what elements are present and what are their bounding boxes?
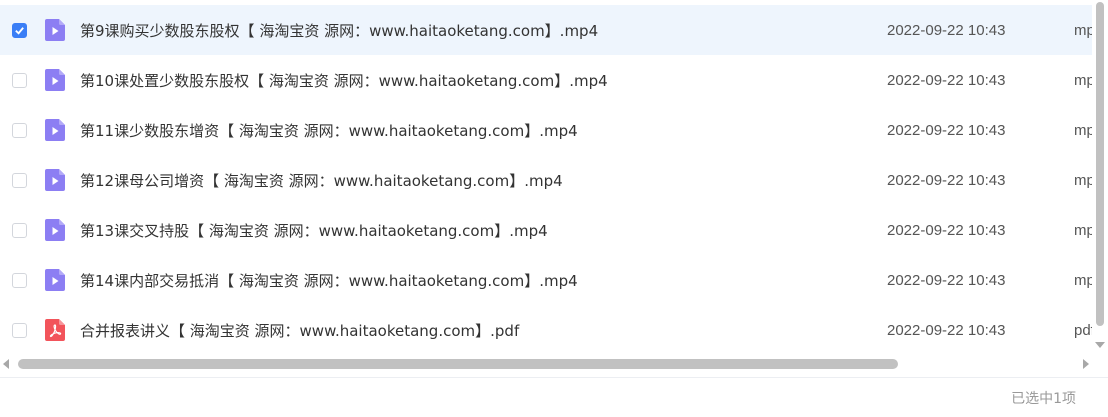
checkbox[interactable] — [12, 72, 27, 88]
video-file-icon — [45, 19, 65, 41]
file-name[interactable]: 第9课购买少数股东股权【 海淘宝资 源网：www.haitaoketang.co… — [80, 20, 598, 41]
horizontal-scroll-thumb[interactable] — [18, 359, 898, 369]
file-row[interactable]: 第12课母公司增资【 海淘宝资 源网：www.haitaoketang.com】… — [0, 155, 1092, 205]
file-name[interactable]: 合并报表讲义【 海淘宝资 源网：www.haitaoketang.com】.pd… — [80, 320, 519, 341]
file-row[interactable]: 合并报表讲义【 海淘宝资 源网：www.haitaoketang.com】.pd… — [0, 305, 1092, 352]
file-name[interactable]: 第14课内部交易抵消【 海淘宝资 源网：www.haitaoketang.com… — [80, 270, 578, 291]
vertical-scrollbar[interactable] — [1092, 0, 1108, 352]
file-type: mp4 — [1074, 21, 1092, 39]
video-file-icon — [45, 169, 65, 191]
checkbox[interactable] — [12, 122, 27, 138]
file-type: mp4 — [1074, 71, 1092, 89]
file-row[interactable]: 第9课购买少数股东股权【 海淘宝资 源网：www.haitaoketang.co… — [0, 5, 1092, 55]
file-name[interactable]: 第13课交叉持股【 海淘宝资 源网：www.haitaoketang.com】.… — [80, 220, 548, 241]
file-date: 2022-09-22 10:43 — [887, 171, 1006, 189]
scroll-left-arrow-icon[interactable] — [3, 359, 9, 369]
video-file-icon — [45, 269, 65, 291]
file-date: 2022-09-22 10:43 — [887, 221, 1006, 239]
check-icon — [15, 26, 24, 35]
file-date: 2022-09-22 10:43 — [887, 71, 1006, 89]
video-file-icon — [45, 219, 65, 241]
file-row[interactable]: 第10课处置少数股东股权【 海淘宝资 源网：www.haitaoketang.c… — [0, 55, 1092, 105]
file-type: mp4 — [1074, 121, 1092, 139]
checkbox[interactable] — [12, 322, 27, 338]
vertical-scroll-thumb[interactable] — [1096, 2, 1104, 326]
file-type: mp4 — [1074, 221, 1092, 239]
checkbox[interactable] — [12, 222, 27, 238]
file-date: 2022-09-22 10:43 — [887, 321, 1006, 339]
scroll-right-arrow-icon[interactable] — [1083, 359, 1089, 369]
file-row[interactable]: 第11课少数股东增资【 海淘宝资 源网：www.haitaoketang.com… — [0, 105, 1092, 155]
file-name[interactable]: 第11课少数股东增资【 海淘宝资 源网：www.haitaoketang.com… — [80, 120, 578, 141]
checkbox[interactable] — [12, 22, 27, 38]
video-file-icon — [45, 119, 65, 141]
footer-divider — [0, 377, 1108, 378]
file-name[interactable]: 第10课处置少数股东股权【 海淘宝资 源网：www.haitaoketang.c… — [80, 70, 608, 91]
file-list: 第9课购买少数股东股权【 海淘宝资 源网：www.haitaoketang.co… — [0, 0, 1092, 352]
video-file-icon — [45, 69, 65, 91]
file-row[interactable]: 第14课内部交易抵消【 海淘宝资 源网：www.haitaoketang.com… — [0, 255, 1092, 305]
horizontal-scrollbar[interactable] — [0, 356, 1092, 372]
scroll-down-arrow-icon[interactable] — [1095, 342, 1105, 348]
pdf-file-icon — [45, 319, 65, 341]
file-date: 2022-09-22 10:43 — [887, 271, 1006, 289]
file-type: pdf — [1074, 321, 1092, 339]
file-date: 2022-09-22 10:43 — [887, 21, 1006, 39]
file-row[interactable]: 第13课交叉持股【 海淘宝资 源网：www.haitaoketang.com】.… — [0, 205, 1092, 255]
file-type: mp4 — [1074, 271, 1092, 289]
file-type: mp4 — [1074, 171, 1092, 189]
selection-status: 已选中1项 — [1011, 391, 1076, 407]
file-date: 2022-09-22 10:43 — [887, 121, 1006, 139]
checkbox[interactable] — [12, 272, 27, 288]
checkbox[interactable] — [12, 172, 27, 188]
file-name[interactable]: 第12课母公司增资【 海淘宝资 源网：www.haitaoketang.com】… — [80, 170, 563, 191]
